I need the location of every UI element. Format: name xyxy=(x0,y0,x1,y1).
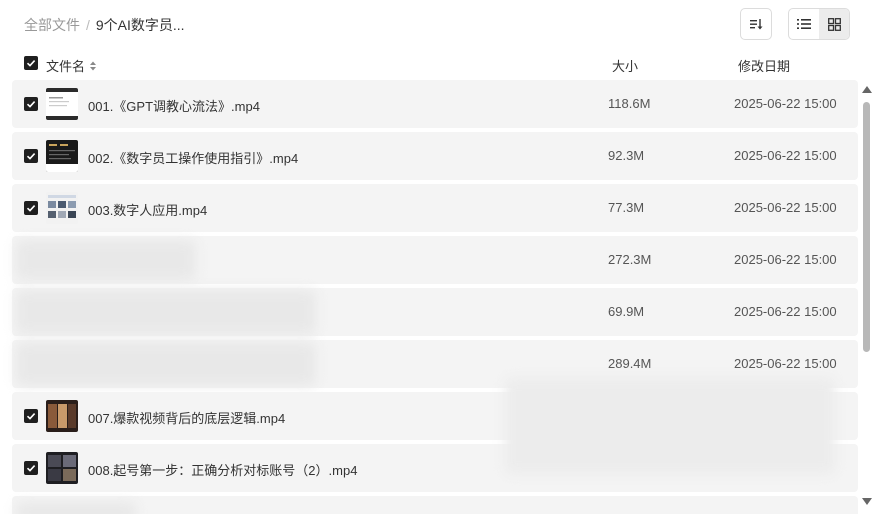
file-size: 118.6M xyxy=(608,96,651,111)
vertical-scrollbar[interactable] xyxy=(861,80,873,514)
file-row[interactable]: 003.数字人应用.mp4 77.3M 2025-06-22 15:00 xyxy=(12,184,858,232)
row-checkbox[interactable] xyxy=(24,201,38,215)
file-size: 69.9M xyxy=(608,304,645,319)
video-thumbnail xyxy=(46,192,78,224)
checkmark-icon xyxy=(26,205,36,212)
video-thumbnail xyxy=(46,400,78,432)
checkmark-icon xyxy=(26,413,36,420)
sort-icon xyxy=(750,19,763,30)
file-date: 2025-06-22 15:00 xyxy=(734,252,837,267)
list-view-icon xyxy=(797,19,811,29)
file-name[interactable]: 003.数字人应用.mp4 xyxy=(88,200,207,219)
file-date: 2025-06-22 15:00 xyxy=(734,356,837,371)
file-date: 2025-06-22 15:00 xyxy=(734,200,837,215)
list-view-button[interactable] xyxy=(789,9,819,39)
file-row[interactable] xyxy=(12,496,858,514)
checkmark-icon xyxy=(26,60,36,67)
breadcrumb-current-folder: 9个AI数字员... xyxy=(95,17,185,33)
video-thumbnail xyxy=(46,452,78,484)
file-size: 92.3M xyxy=(608,148,645,163)
date-column-header[interactable]: 修改日期 xyxy=(738,56,790,75)
breadcrumb-separator: / xyxy=(86,17,90,33)
file-row[interactable]: 002.《数字员工操作使用指引》.mp4 92.3M 2025-06-22 15… xyxy=(12,132,858,180)
video-thumbnail xyxy=(46,88,78,120)
file-date: 2025-06-22 15:00 xyxy=(734,148,837,163)
scroll-up-arrow-icon[interactable] xyxy=(862,86,872,93)
grid-view-button[interactable] xyxy=(819,9,849,39)
top-bar: 全部文件 / 9个AI数字员... xyxy=(0,0,874,48)
row-checkbox[interactable] xyxy=(24,97,38,111)
breadcrumb: 全部文件 / 9个AI数字员... xyxy=(24,15,185,35)
name-column-header[interactable]: 文件名 xyxy=(46,56,97,75)
checkmark-icon xyxy=(26,465,36,472)
redacted-region xyxy=(16,240,196,280)
file-date: 2025-06-22 15:00 xyxy=(734,96,837,111)
redacted-region xyxy=(16,342,316,386)
file-row[interactable]: 272.3M 2025-06-22 15:00 xyxy=(12,236,858,284)
file-name[interactable]: 007.爆款视频背后的底层逻辑.mp4 xyxy=(88,408,285,427)
row-checkbox[interactable] xyxy=(24,461,38,475)
sort-button[interactable] xyxy=(740,8,772,40)
redacted-region xyxy=(505,378,835,474)
redacted-region xyxy=(16,290,316,334)
row-checkbox[interactable] xyxy=(24,409,38,423)
sort-toggle-icon xyxy=(90,61,97,70)
video-thumbnail xyxy=(46,140,78,172)
file-name[interactable]: 008.起号第一步：正确分析对标账号（2）.mp4 xyxy=(88,460,357,479)
view-toggle xyxy=(788,8,850,40)
file-row[interactable]: 001.《GPT调教心流法》.mp4 118.6M 2025-06-22 15:… xyxy=(12,80,858,128)
file-size: 77.3M xyxy=(608,200,645,215)
file-name[interactable]: 001.《GPT调教心流法》.mp4 xyxy=(88,96,260,115)
checkmark-icon xyxy=(26,101,36,108)
file-row[interactable]: 69.9M 2025-06-22 15:00 xyxy=(12,288,858,336)
file-list: 001.《GPT调教心流法》.mp4 118.6M 2025-06-22 15:… xyxy=(0,80,874,514)
size-column-header[interactable]: 大小 xyxy=(612,56,638,75)
column-header-row: 文件名 大小 修改日期 xyxy=(0,52,874,76)
grid-view-icon xyxy=(827,17,841,31)
name-column-label: 文件名 xyxy=(46,59,86,74)
redacted-region xyxy=(16,502,136,514)
row-checkbox[interactable] xyxy=(24,149,38,163)
file-name[interactable]: 002.《数字员工操作使用指引》.mp4 xyxy=(88,148,298,167)
checkmark-icon xyxy=(26,153,36,160)
file-size: 289.4M xyxy=(608,356,652,371)
scroll-down-arrow-icon[interactable] xyxy=(862,498,872,505)
file-date: 2025-06-22 15:00 xyxy=(734,304,837,319)
file-size: 272.3M xyxy=(608,252,652,267)
scroll-thumb[interactable] xyxy=(863,102,870,352)
breadcrumb-root-link[interactable]: 全部文件 xyxy=(24,15,80,35)
select-all-checkbox[interactable] xyxy=(24,56,38,70)
